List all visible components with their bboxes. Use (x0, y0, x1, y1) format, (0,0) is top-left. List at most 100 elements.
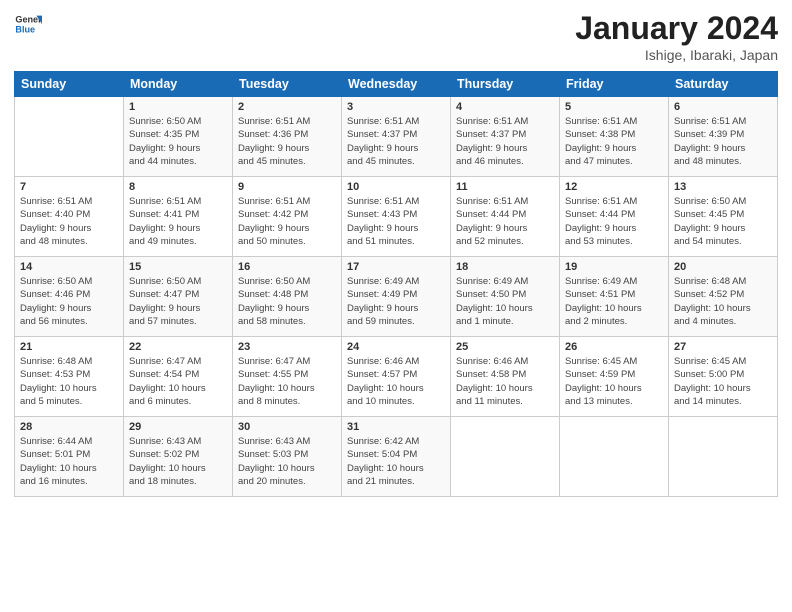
calendar-cell: 23Sunrise: 6:47 AM Sunset: 4:55 PM Dayli… (233, 337, 342, 417)
day-number: 13 (674, 181, 772, 193)
day-content: Sunrise: 6:50 AM Sunset: 4:46 PM Dayligh… (20, 275, 118, 328)
day-number: 19 (565, 261, 663, 273)
day-number: 22 (129, 341, 227, 353)
calendar-cell: 30 Sunrise: 6:43 AM Sunset: 5:03 PM Dayli… (233, 417, 342, 497)
title-block: January 2024 Ishige, Ibaraki, Japan (575, 10, 778, 63)
day-content: Sunrise: 6:51 AM Sunset: 4:44 PM Dayligh… (456, 195, 554, 248)
calendar-cell: 14 Sunrise: 6:50 AM Sunset: 4:46 PM Dayli… (15, 257, 124, 337)
day-number: 3 (347, 101, 445, 113)
calendar-cell: 28Sunrise: 6:44 AM Sunset: 5:01 PM Dayli… (15, 417, 124, 497)
day-number: 30 (238, 421, 336, 433)
calendar-cell: 7Sunrise: 6:51 AM Sunset: 4:40 PM Daylig… (15, 177, 124, 257)
day-content: Sunrise: 6:50 AM Sunset: 4:35 PM Dayligh… (129, 115, 227, 168)
day-number: 18 (456, 261, 554, 273)
calendar-cell: 21 Sunrise: 6:48 AM Sunset: 4:53 PM Dayli… (15, 337, 124, 417)
calendar-cell: 26 Sunrise: 6:45 AM Sunset: 4:59 PM Dayli… (560, 337, 669, 417)
day-number: 31 (347, 421, 445, 433)
calendar-cell: 18 Sunrise: 6:49 AM Sunset: 4:50 PM Dayli… (451, 257, 560, 337)
calendar-cell: 17 Sunrise: 6:49 AM Sunset: 4:49 PM Dayli… (342, 257, 451, 337)
calendar-cell: 3Sunrise: 6:51 AM Sunset: 4:37 PM Daylig… (342, 97, 451, 177)
logo-icon: General Blue (14, 10, 42, 38)
day-number: 8 (129, 181, 227, 193)
calendar-cell: 5 Sunrise: 6:51 AM Sunset: 4:38 PM Daylig… (560, 97, 669, 177)
logo: General Blue (14, 10, 42, 38)
day-number: 7 (20, 181, 118, 193)
calendar-cell: 4 Sunrise: 6:51 AM Sunset: 4:37 PM Daylig… (451, 97, 560, 177)
day-content: Sunrise: 6:50 AM Sunset: 4:47 PM Dayligh… (129, 275, 227, 328)
calendar-cell: 27 Sunrise: 6:45 AM Sunset: 5:00 PM Dayli… (669, 337, 778, 417)
header: General Blue January 2024 Ishige, Ibarak… (14, 10, 778, 63)
day-header-tuesday: Tuesday (233, 72, 342, 97)
page: General Blue January 2024 Ishige, Ibarak… (0, 0, 792, 612)
calendar-cell: 13 Sunrise: 6:50 AM Sunset: 4:45 PM Dayli… (669, 177, 778, 257)
main-title: January 2024 (575, 10, 778, 47)
calendar-cell: 19 Sunrise: 6:49 AM Sunset: 4:51 PM Dayli… (560, 257, 669, 337)
svg-text:Blue: Blue (15, 24, 35, 34)
day-number: 21 (20, 341, 118, 353)
subtitle: Ishige, Ibaraki, Japan (575, 47, 778, 63)
day-number: 4 (456, 101, 554, 113)
day-content: Sunrise: 6:48 AM Sunset: 4:52 PM Dayligh… (674, 275, 772, 328)
calendar-cell: 15 Sunrise: 6:50 AM Sunset: 4:47 PM Dayli… (124, 257, 233, 337)
day-content: Sunrise: 6:51 AM Sunset: 4:38 PM Dayligh… (565, 115, 663, 168)
day-number: 1 (129, 101, 227, 113)
day-content: Sunrise: 6:49 AM Sunset: 4:50 PM Dayligh… (456, 275, 554, 328)
day-number: 2 (238, 101, 336, 113)
day-content: Sunrise: 6:45 AM Sunset: 5:00 PM Dayligh… (674, 355, 772, 408)
day-number: 14 (20, 261, 118, 273)
calendar-cell (15, 97, 124, 177)
calendar-cell (560, 417, 669, 497)
day-content: Sunrise: 6:46 AM Sunset: 4:58 PM Dayligh… (456, 355, 554, 408)
day-number: 17 (347, 261, 445, 273)
day-number: 16 (238, 261, 336, 273)
day-number: 27 (674, 341, 772, 353)
day-header-monday: Monday (124, 72, 233, 97)
day-number: 5 (565, 101, 663, 113)
calendar-table: SundayMondayTuesdayWednesdayThursdayFrid… (14, 71, 778, 497)
calendar-cell: 22Sunrise: 6:47 AM Sunset: 4:54 PM Dayli… (124, 337, 233, 417)
calendar-cell: 20 Sunrise: 6:48 AM Sunset: 4:52 PM Dayli… (669, 257, 778, 337)
day-number: 11 (456, 181, 554, 193)
calendar-cell: 12Sunrise: 6:51 AM Sunset: 4:44 PM Dayli… (560, 177, 669, 257)
day-number: 26 (565, 341, 663, 353)
calendar-cell: 11 Sunrise: 6:51 AM Sunset: 4:44 PM Dayli… (451, 177, 560, 257)
day-number: 9 (238, 181, 336, 193)
day-header-saturday: Saturday (669, 72, 778, 97)
calendar-cell (451, 417, 560, 497)
calendar-cell: 8Sunrise: 6:51 AM Sunset: 4:41 PM Daylig… (124, 177, 233, 257)
day-number: 20 (674, 261, 772, 273)
day-content: Sunrise: 6:49 AM Sunset: 4:49 PM Dayligh… (347, 275, 445, 328)
calendar-cell: 6 Sunrise: 6:51 AM Sunset: 4:39 PM Daylig… (669, 97, 778, 177)
calendar-cell: 31 Sunrise: 6:42 AM Sunset: 5:04 PM Dayli… (342, 417, 451, 497)
week-row-4: 21 Sunrise: 6:48 AM Sunset: 4:53 PM Dayli… (15, 337, 778, 417)
day-content: Sunrise: 6:51 AM Sunset: 4:36 PM Dayligh… (238, 115, 336, 168)
week-row-3: 14 Sunrise: 6:50 AM Sunset: 4:46 PM Dayli… (15, 257, 778, 337)
day-content: Sunrise: 6:43 AM Sunset: 5:03 PM Dayligh… (238, 435, 336, 488)
day-header-sunday: Sunday (15, 72, 124, 97)
day-content: Sunrise: 6:47 AM Sunset: 4:55 PM Dayligh… (238, 355, 336, 408)
day-number: 12 (565, 181, 663, 193)
day-content: Sunrise: 6:50 AM Sunset: 4:45 PM Dayligh… (674, 195, 772, 248)
day-number: 25 (456, 341, 554, 353)
day-number: 6 (674, 101, 772, 113)
day-number: 10 (347, 181, 445, 193)
day-header-wednesday: Wednesday (342, 72, 451, 97)
calendar-cell: 16 Sunrise: 6:50 AM Sunset: 4:48 PM Dayli… (233, 257, 342, 337)
day-content: Sunrise: 6:51 AM Sunset: 4:39 PM Dayligh… (674, 115, 772, 168)
day-content: Sunrise: 6:43 AM Sunset: 5:02 PM Dayligh… (129, 435, 227, 488)
calendar-cell: 1 Sunrise: 6:50 AM Sunset: 4:35 PM Daylig… (124, 97, 233, 177)
day-content: Sunrise: 6:50 AM Sunset: 4:48 PM Dayligh… (238, 275, 336, 328)
day-number: 15 (129, 261, 227, 273)
day-content: Sunrise: 6:48 AM Sunset: 4:53 PM Dayligh… (20, 355, 118, 408)
day-number: 28 (20, 421, 118, 433)
day-content: Sunrise: 6:49 AM Sunset: 4:51 PM Dayligh… (565, 275, 663, 328)
day-content: Sunrise: 6:51 AM Sunset: 4:42 PM Dayligh… (238, 195, 336, 248)
calendar-cell: 24Sunrise: 6:46 AM Sunset: 4:57 PM Dayli… (342, 337, 451, 417)
day-content: Sunrise: 6:51 AM Sunset: 4:43 PM Dayligh… (347, 195, 445, 248)
day-content: Sunrise: 6:51 AM Sunset: 4:37 PM Dayligh… (456, 115, 554, 168)
header-row: SundayMondayTuesdayWednesdayThursdayFrid… (15, 72, 778, 97)
day-content: Sunrise: 6:45 AM Sunset: 4:59 PM Dayligh… (565, 355, 663, 408)
day-number: 29 (129, 421, 227, 433)
week-row-2: 7Sunrise: 6:51 AM Sunset: 4:40 PM Daylig… (15, 177, 778, 257)
day-content: Sunrise: 6:42 AM Sunset: 5:04 PM Dayligh… (347, 435, 445, 488)
